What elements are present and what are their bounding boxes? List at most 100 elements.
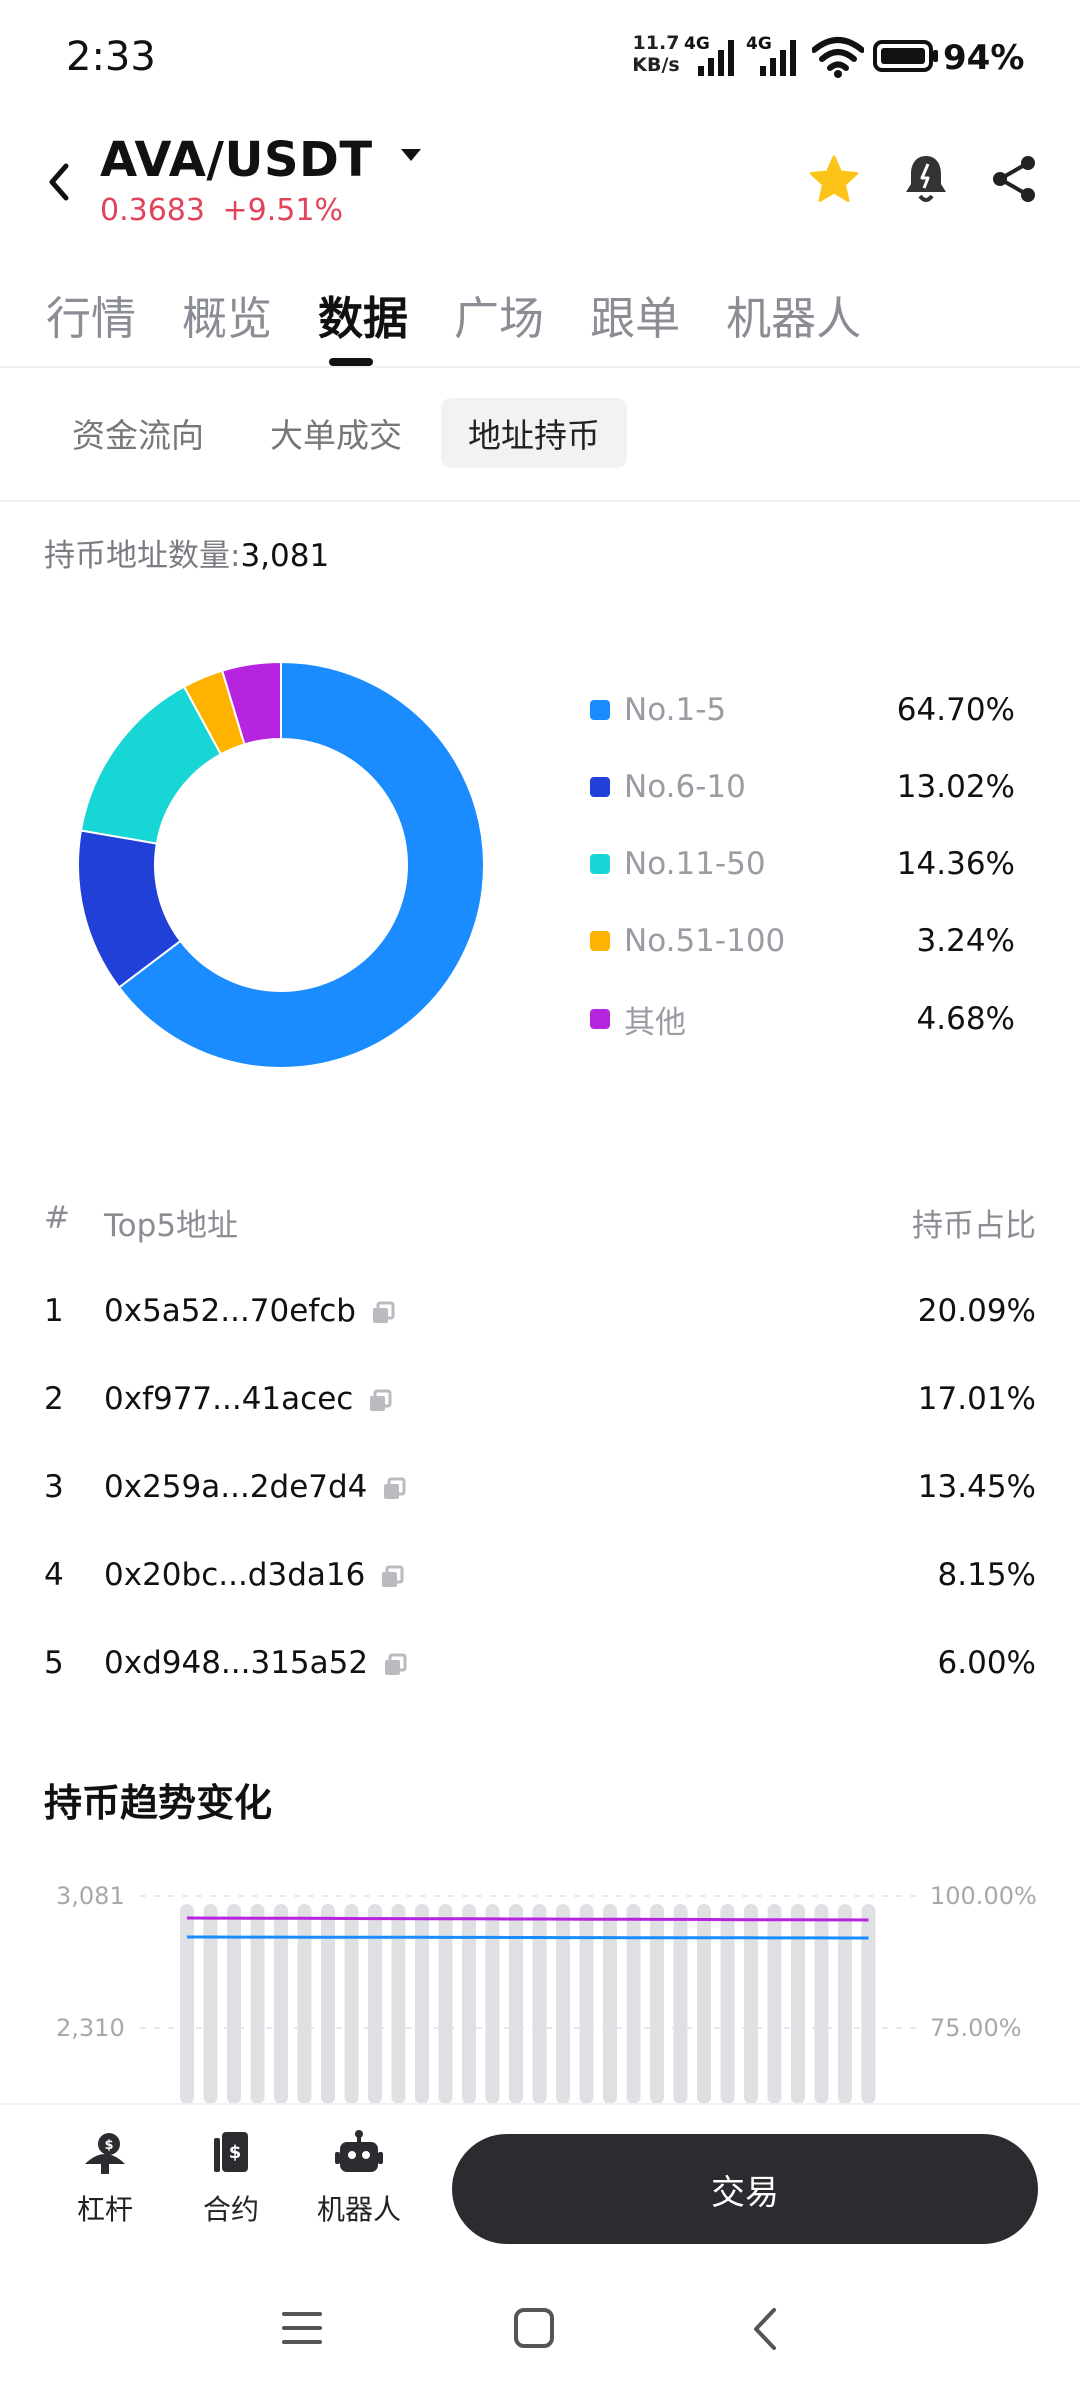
legend-swatch (590, 700, 610, 720)
alert-button[interactable] (902, 152, 950, 208)
wifi-icon (811, 36, 865, 82)
legend-swatch (590, 777, 610, 797)
legend-label: No.11-50 (624, 846, 766, 882)
row-address: 0xf977...41acec (104, 1381, 354, 1417)
pair-selector[interactable]: AVA/USDT (100, 132, 422, 188)
status-time: 2:33 (66, 34, 156, 80)
battery-icon (873, 40, 939, 76)
row-share: 17.01% (917, 1381, 1036, 1417)
trend-bar (767, 1904, 782, 2104)
trend-bar (744, 1904, 758, 2104)
row-index: 4 (44, 1557, 64, 1593)
leverage-icon: $ (85, 2133, 125, 2174)
legend-item: 其他 4.68% (590, 994, 1015, 1044)
trend-bar (227, 1904, 241, 2104)
col-header-address: Top5地址 (104, 1208, 239, 1244)
bell-icon (906, 156, 946, 202)
battery-percent: 94% (943, 38, 1025, 78)
subtab-large-trades[interactable]: 大单成交 (244, 398, 428, 468)
robot-icon (335, 2130, 383, 2172)
table-row: 4 0x20bc...d3da16 8.15% (44, 1545, 1036, 1605)
leverage-label: 杠杆 (76, 2193, 133, 2226)
copy-icon[interactable] (381, 1474, 407, 1500)
active-tab-indicator (329, 358, 373, 366)
trend-bar (720, 1904, 735, 2104)
trend-bar (321, 1904, 335, 2104)
trend-bar (579, 1904, 594, 2104)
back-button[interactable] (44, 160, 74, 208)
trend-bar (791, 1904, 805, 2104)
legend-value: 13.02% (896, 769, 1015, 805)
legend-item: No.6-10 13.02% (590, 762, 1015, 812)
row-index: 2 (44, 1381, 64, 1417)
legend-item: No.11-50 14.36% (590, 839, 1015, 889)
legend-swatch (590, 931, 610, 951)
pair-title: AVA/USDT (100, 132, 373, 188)
copy-icon[interactable] (367, 1386, 393, 1412)
col-header-share: 持币占比 (912, 1208, 1036, 1244)
subtab-address-holdings[interactable]: 地址持币 (441, 398, 627, 468)
contract-label: 合约 (202, 2193, 259, 2226)
table-row: 2 0xf977...41acec 17.01% (44, 1369, 1036, 1429)
subtabs-divider (0, 500, 1080, 502)
favorite-button[interactable] (808, 154, 860, 210)
price-change: +9.51% (222, 193, 343, 228)
row-share: 8.15% (937, 1557, 1036, 1593)
tab-square[interactable]: 广场 (454, 282, 544, 345)
back-icon (49, 163, 69, 201)
svg-text:$: $ (104, 2138, 113, 2153)
copy-icon[interactable] (382, 1650, 408, 1676)
trend-bar (368, 1904, 382, 2104)
contract-icon: $ (214, 2132, 248, 2172)
legend-label: 其他 (624, 1004, 686, 1041)
row-address: 0x259a...2de7d4 (104, 1469, 368, 1505)
svg-text:$: $ (229, 2142, 242, 2163)
trend-bar (509, 1904, 523, 2104)
trend-bar (650, 1904, 664, 2104)
trend-bar (556, 1904, 570, 2104)
menu-icon (282, 2312, 322, 2344)
copy-icon[interactable] (370, 1298, 396, 1324)
leverage-button[interactable]: $ 杠杆 (50, 2130, 160, 2228)
trade-button[interactable]: 交易 (452, 2134, 1038, 2244)
subtab-fund-flow[interactable]: 资金流向 (46, 398, 230, 468)
trend-bar (415, 1904, 429, 2104)
share-button[interactable] (990, 154, 1038, 208)
row-index: 3 (44, 1469, 64, 1505)
row-index: 1 (44, 1293, 64, 1329)
bot-button[interactable]: 机器人 (304, 2130, 414, 2228)
legend-value: 64.70% (896, 692, 1015, 728)
menu-nav-button[interactable] (280, 2308, 324, 2352)
price-line: 0.3683 +9.51% (100, 193, 343, 228)
contract-button[interactable]: $ 合约 (176, 2130, 286, 2228)
table-row: 5 0xd948...315a52 6.00% (44, 1633, 1036, 1693)
copy-icon[interactable] (379, 1562, 405, 1588)
trend-bar (250, 1904, 265, 2104)
tab-bot[interactable]: 机器人 (726, 282, 861, 345)
trend-bar (485, 1904, 500, 2104)
main-tabs: 行情 概览 数据 广场 跟单 机器人 (46, 282, 907, 345)
back-nav-button[interactable] (748, 2306, 782, 2356)
back-arrow-icon (754, 2308, 776, 2350)
trend-line-holders (187, 1935, 869, 1940)
tab-copy-trading[interactable]: 跟单 (590, 282, 680, 345)
trend-bar (626, 1904, 641, 2104)
trend-bar (532, 1904, 547, 2104)
table-row: 3 0x259a...2de7d4 13.45% (44, 1457, 1036, 1517)
status-bar: 2:33 11.7 KB/s 4G 4G 94% (0, 0, 1080, 120)
legend-value: 3.24% (916, 923, 1015, 959)
home-square-icon (514, 2308, 554, 2348)
net-speed-unit: KB/s (632, 54, 680, 76)
trend-title: 持币趋势变化 (44, 1781, 273, 1825)
legend-label: No.6-10 (624, 769, 746, 805)
tab-overview[interactable]: 概览 (182, 282, 272, 345)
tab-market[interactable]: 行情 (46, 282, 136, 345)
legend-item: No.1-5 64.70% (590, 685, 1015, 735)
trend-bar (274, 1904, 288, 2104)
tab-data[interactable]: 数据 (318, 282, 408, 345)
trend-bar (297, 1904, 312, 2104)
row-index: 5 (44, 1645, 64, 1681)
home-nav-button[interactable] (512, 2306, 556, 2354)
trend-bar (180, 1904, 194, 2104)
share-icon (993, 156, 1035, 202)
